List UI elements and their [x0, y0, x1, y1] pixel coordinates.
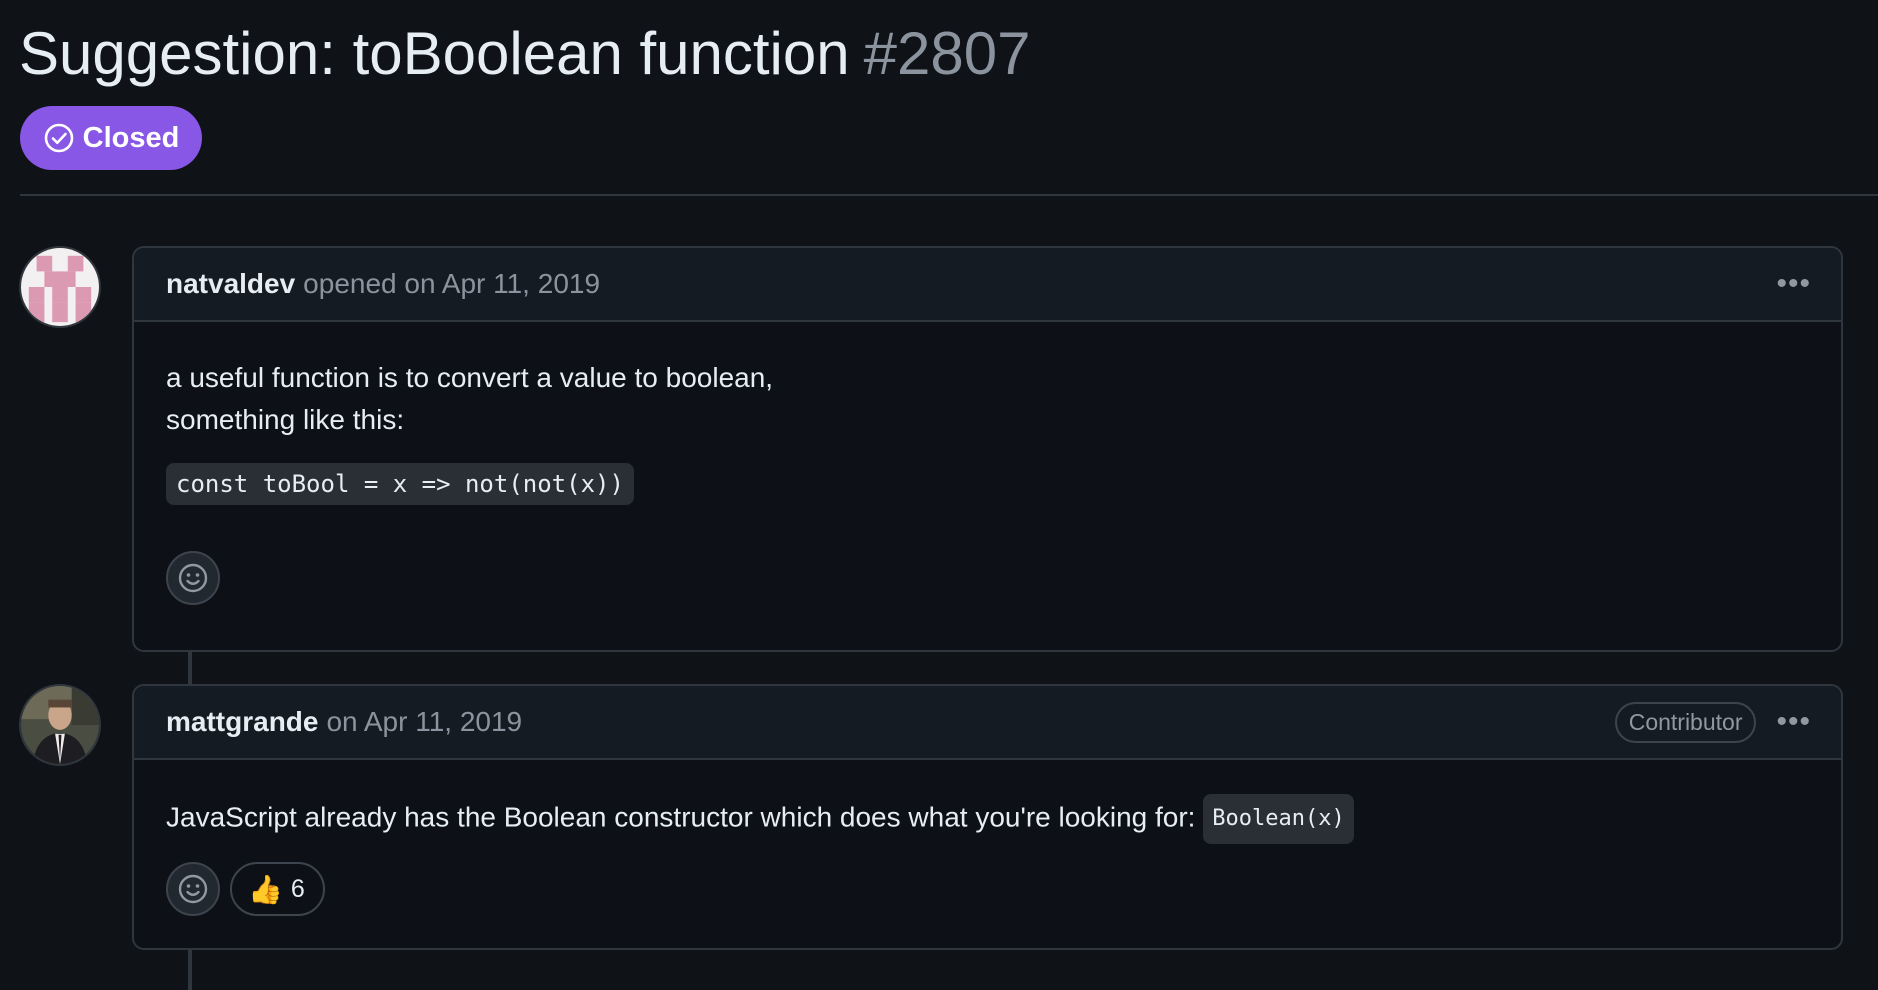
add-reaction-button[interactable]	[166, 551, 220, 605]
avatar-natvaldev[interactable]	[19, 246, 101, 328]
comment-header: natvaldev opened on Apr 11, 2019 •••	[134, 248, 1841, 322]
comment-timestamp[interactable]: opened on Apr 11, 2019	[303, 268, 600, 300]
comment-author[interactable]: mattgrande	[166, 706, 318, 738]
issue-title-row: Suggestion: toBoolean function #2807	[19, 14, 1030, 94]
issue-state-label: Closed	[82, 121, 180, 154]
comment-text-line: something like this:	[166, 404, 405, 435]
issue-page: Suggestion: toBoolean function #2807 Clo…	[0, 0, 1878, 990]
comment-text-line: a useful function is to convert a value …	[166, 362, 774, 393]
contributor-badge: Contributor	[1614, 701, 1757, 743]
user-photo-avatar	[21, 686, 99, 764]
reaction-row: 👍 6	[166, 862, 1809, 916]
thumbs-up-reaction[interactable]: 👍 6	[230, 862, 325, 916]
comment-author[interactable]: natvaldev	[166, 268, 295, 300]
identicon-avatar	[21, 248, 99, 326]
comment-text-content: JavaScript already has the Boolean const…	[166, 801, 1196, 833]
smiley-icon	[178, 563, 208, 593]
issue-title: Suggestion: toBoolean function	[19, 20, 850, 87]
comment-card-opening: natvaldev opened on Apr 11, 2019 ••• a u…	[132, 246, 1843, 652]
code-snippet: const toBool = x => not(not(x))	[166, 463, 634, 505]
comment-body: JavaScript already has the Boolean const…	[134, 794, 1841, 916]
reaction-count: 6	[290, 874, 305, 903]
kebab-horizontal-icon[interactable]: •••	[1776, 269, 1811, 299]
comment-body: a useful function is to convert a value …	[134, 357, 1841, 605]
smiley-icon	[178, 874, 208, 904]
issue-state-badge: Closed	[20, 106, 202, 170]
avatar-mattgrande[interactable]	[19, 684, 101, 766]
timeline-connector	[188, 948, 192, 990]
header-divider	[20, 194, 1878, 196]
comment-header-actions: •••	[1776, 269, 1811, 299]
reaction-row	[166, 551, 1809, 605]
comment-timestamp[interactable]: on Apr 11, 2019	[326, 706, 522, 738]
thumbs-up-icon: 👍	[248, 873, 283, 905]
issue-number: #2807	[863, 20, 1031, 87]
kebab-horizontal-icon[interactable]: •••	[1776, 707, 1811, 737]
add-reaction-button[interactable]	[166, 862, 220, 916]
check-circle-icon	[44, 123, 73, 153]
comment-text: JavaScript already has the Boolean const…	[166, 794, 1809, 844]
comment-card-reply: mattgrande on Apr 11, 2019 Contributor •…	[132, 684, 1843, 950]
comment-header-actions: Contributor •••	[1614, 701, 1811, 743]
timeline-connector	[188, 650, 192, 686]
comment-header: mattgrande on Apr 11, 2019 Contributor •…	[134, 686, 1841, 760]
inline-code: Boolean(x)	[1203, 794, 1354, 844]
